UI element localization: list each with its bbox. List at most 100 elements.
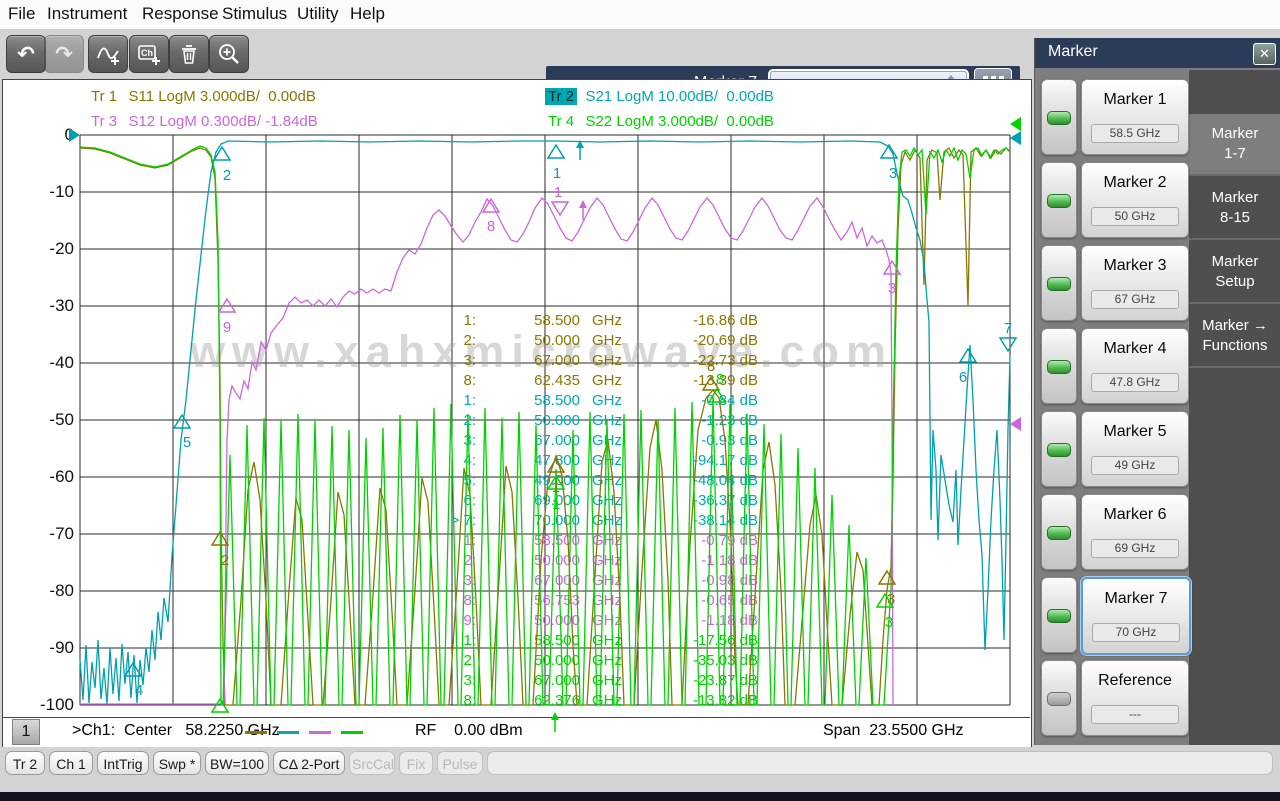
bottom-button-bw-100[interactable]: BW=100 <box>205 751 269 775</box>
close-icon[interactable]: ✕ <box>1253 43 1276 65</box>
led-indicator <box>1047 360 1071 374</box>
bottom-button-swp-[interactable]: Swp * <box>153 751 201 775</box>
menu-item-response[interactable]: Response <box>142 4 219 24</box>
marker-2-enable-toggle[interactable] <box>1041 162 1077 238</box>
marker-button-value: 58.5 GHz <box>1091 124 1179 143</box>
marker-7-button[interactable]: Marker 7 70 GHz <box>1081 577 1191 655</box>
marker-button-label: Marker 2 <box>1082 174 1188 192</box>
y-tick-label: -80 <box>34 581 74 601</box>
marker-7-enable-toggle[interactable] <box>1041 577 1077 653</box>
tab-marker-setup[interactable]: MarkerSetup <box>1189 242 1280 304</box>
trace-dash <box>277 731 299 734</box>
vna-application-window: File Instrument ResponseStimulus Utility Hel… <box>0 0 1280 801</box>
undo-button[interactable]: ↶ <box>6 35 46 73</box>
trace-dash <box>245 731 267 734</box>
add-channel-button[interactable]: Ch <box>129 35 169 73</box>
trace-legend-text: S22 LogM 3.000dB/ 0.00dB <box>577 113 774 130</box>
tab-marker-8-15[interactable]: Marker8-15 <box>1189 178 1280 240</box>
bottom-status-bar: Tr 2Ch 1IntTrigSwp *BW=100CΔ 2-PortSrcCa… <box>0 747 1280 801</box>
trace-select-tr3[interactable]: Tr 3 <box>88 113 120 130</box>
led-indicator <box>1047 111 1071 125</box>
add-trace-icon <box>95 41 121 67</box>
legend-item: Tr 3 S12 LogM 0.300dB/ -1.84dB <box>88 113 318 130</box>
delete-button[interactable] <box>169 35 209 73</box>
menu-item-instrument[interactable]: Instrument <box>47 4 127 24</box>
marker-button-label: Reference <box>1082 672 1188 690</box>
led-indicator <box>1047 277 1071 291</box>
trace-select-tr2[interactable]: Tr 2 <box>545 88 577 105</box>
span-text: Span 23.5500 GHz <box>823 722 964 740</box>
bottom-button-c-2-port[interactable]: CΔ 2-Port <box>273 751 345 775</box>
led-indicator <box>1047 526 1071 540</box>
reference-enable-toggle[interactable] <box>1041 660 1077 736</box>
menu-item-file[interactable]: File <box>8 4 35 24</box>
tab-marker-functions[interactable]: Marker →Functions <box>1189 306 1280 368</box>
add-channel-icon: Ch <box>136 41 162 67</box>
led-indicator <box>1047 609 1071 623</box>
bottom-button-blank <box>487 751 1273 775</box>
marker-button-value: 69 GHz <box>1091 539 1179 558</box>
menu-item-help[interactable]: Help <box>350 4 385 24</box>
bottom-button-tr-2[interactable]: Tr 2 <box>5 751 45 775</box>
trace-select-tr1[interactable]: Tr 1 <box>88 88 120 105</box>
marker-3-button[interactable]: Marker 3 67 GHz <box>1081 245 1189 321</box>
marker-3-enable-toggle[interactable] <box>1041 245 1077 321</box>
undo-icon: ↶ <box>17 42 35 67</box>
trace-legend-text: S11 LogM 3.000dB/ 0.00dB <box>120 88 316 105</box>
menu-bar: File Instrument ResponseStimulus Utility Hel… <box>0 0 1280 30</box>
add-trace-button[interactable] <box>88 35 128 73</box>
reference-button[interactable]: Reference --- <box>1081 660 1189 736</box>
bottom-button-ch-1[interactable]: Ch 1 <box>49 751 93 775</box>
marker-button-label: Marker 7 <box>1083 590 1189 608</box>
y-tick-label: -90 <box>34 638 74 658</box>
redo-icon: ↷ <box>55 42 73 67</box>
marker-panel-titlebar: Marker ✕ <box>1035 38 1280 68</box>
trash-icon <box>177 42 201 66</box>
trace-dash <box>309 731 331 734</box>
svg-text:Ch: Ch <box>141 48 153 58</box>
trace-select-tr4[interactable]: Tr 4 <box>545 113 577 130</box>
tab-marker-1-7[interactable]: Marker1-7 <box>1189 114 1280 176</box>
legend-item: Tr 1 S11 LogM 3.000dB/ 0.00dB <box>88 88 316 105</box>
marker-5-enable-toggle[interactable] <box>1041 411 1077 487</box>
marker-button-value: --- <box>1091 705 1179 724</box>
marker-4-button[interactable]: Marker 4 47.8 GHz <box>1081 328 1189 404</box>
led-indicator <box>1047 692 1071 706</box>
rf-power-text: RF 0.00 dBm <box>415 722 523 740</box>
marker-button-label: Marker 4 <box>1082 340 1188 358</box>
magnifier-plus-icon <box>216 41 242 67</box>
marker-4-enable-toggle[interactable] <box>1041 328 1077 404</box>
marker-1-enable-toggle[interactable] <box>1041 79 1077 155</box>
zoom-button[interactable] <box>209 35 249 73</box>
menu-item-utility[interactable]: Utility <box>297 4 339 24</box>
marker-5-button[interactable]: Marker 549 GHz <box>1081 411 1189 487</box>
legend-item: Tr 4 S22 LogM 3.000dB/ 0.00dB <box>545 113 774 130</box>
menu-item-stimulus[interactable]: Stimulus <box>222 4 287 24</box>
led-indicator <box>1047 443 1071 457</box>
status-divider <box>2 717 1030 718</box>
y-tick-label: -70 <box>34 524 74 544</box>
y-tick-label: -40 <box>34 353 74 373</box>
y-tick-label: -60 <box>34 467 74 487</box>
marker-button-label: Marker 1 <box>1082 91 1188 109</box>
led-indicator <box>1047 194 1071 208</box>
marker-button-label: Marker 5 <box>1082 423 1188 441</box>
marker-1-button[interactable]: Marker 1 58.5 GHz <box>1081 79 1189 155</box>
bottom-button-fix: Fix <box>399 751 433 775</box>
redo-button[interactable]: ↷ <box>44 35 84 73</box>
y-tick-label: -50 <box>34 410 74 430</box>
legend-item: Tr 2 S21 LogM 10.00dB/ 0.00dB <box>545 88 774 105</box>
marker-button-value: 67 GHz <box>1091 290 1179 309</box>
marker-button-value: 50 GHz <box>1091 207 1179 226</box>
marker-6-button[interactable]: Marker 669 GHz <box>1081 494 1189 570</box>
marker-6-enable-toggle[interactable] <box>1041 494 1077 570</box>
bottom-button-inttrig[interactable]: IntTrig <box>97 751 149 775</box>
trace-dash <box>341 731 363 734</box>
marker-2-button[interactable]: Marker 2 50 GHz <box>1081 162 1189 238</box>
bottom-edge <box>0 792 1280 801</box>
marker-button-value: 47.8 GHz <box>1091 373 1179 392</box>
marker-button-value: 70 GHz <box>1092 623 1180 642</box>
marker-panel-tabs: Marker1-7Marker8-15MarkerSetupMarker →Fu… <box>1189 70 1280 745</box>
y-tick-label: 0 <box>34 125 74 145</box>
marker-button-label: Marker 3 <box>1082 257 1188 275</box>
